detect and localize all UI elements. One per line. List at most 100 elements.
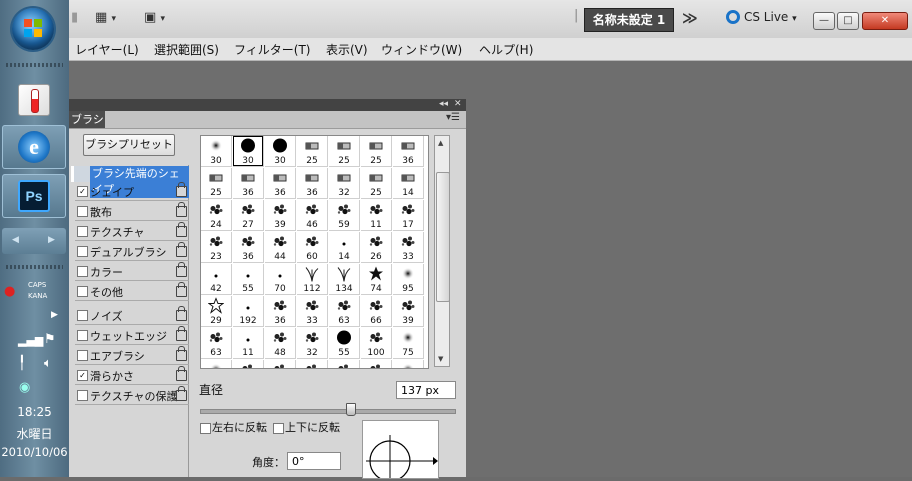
brush-option-checkbox[interactable] [77,350,88,361]
brush-tip-cell[interactable]: 36 [265,168,296,199]
brush-tip-cell[interactable]: 30 [265,136,296,167]
brush-tip-cell[interactable]: 24 [201,200,232,231]
brush-tip-cell[interactable]: 25 [297,136,328,167]
brush-tip-cell[interactable] [201,360,232,369]
brush-tip-cell[interactable]: 95 [393,264,424,295]
taskbar-app-internet-explorer[interactable]: e [2,125,66,169]
lock-icon[interactable] [176,186,187,197]
brush-tip-cell[interactable]: 25 [201,168,232,199]
brush-tip-cell[interactable]: 36 [265,296,296,327]
brush-tip-cell[interactable]: 32 [297,328,328,359]
flip-y-checkbox[interactable] [273,423,284,434]
brush-tip-cell[interactable]: 55 [233,264,264,295]
brush-tip-cell[interactable]: 42 [201,264,232,295]
lock-icon[interactable] [176,310,187,321]
menu-filter[interactable]: フィルター(T) [234,41,310,58]
brush-tip-cell[interactable]: 48 [265,328,296,359]
brush-option-checkbox[interactable] [77,226,88,237]
brush-tip-cell[interactable]: 36 [233,168,264,199]
brush-tip-cell[interactable]: 26 [361,232,392,263]
brush-option-row[interactable]: テクスチャの保護 [75,387,189,405]
signal-icon[interactable]: ▂▄▆ [18,334,43,347]
scrollbar-thumb[interactable] [436,172,450,302]
lock-icon[interactable] [176,286,187,297]
brush-tip-cell[interactable]: 134 [329,264,360,295]
brush-option-checkbox[interactable] [77,266,88,277]
panel-title-bar[interactable]: ◂◂ ✕ [69,99,466,111]
menu-help[interactable]: ヘルプ(H) [479,41,533,58]
menu-layer[interactable]: レイヤー(L) [75,41,139,58]
brush-tip-cell[interactable]: 60 [297,232,328,263]
brush-option-row[interactable]: ウェットエッジ [75,327,189,345]
taskbar-app-hardware-monitor[interactable] [2,78,66,122]
brush-option-checkbox[interactable] [77,330,88,341]
brush-tip-cell[interactable]: 36 [393,136,424,167]
lock-icon[interactable] [176,370,187,381]
brush-option-row[interactable]: テクスチャ [75,223,189,241]
brush-option-checkbox[interactable]: ✓ [77,370,88,381]
brush-tip-cell[interactable]: 14 [393,168,424,199]
brush-tip-cell[interactable]: 30 [201,136,232,167]
brush-tip-cell[interactable]: 46 [297,200,328,231]
minimize-button[interactable]: — [813,12,835,30]
brush-tip-cell[interactable]: 39 [265,200,296,231]
menu-select[interactable]: 選択範囲(S) [154,41,219,58]
brush-tip-cell[interactable]: 36 [233,232,264,263]
menu-window[interactable]: ウィンドウ(W) [381,41,462,58]
brush-tip-cell[interactable]: 25 [361,136,392,167]
scroll-down-icon[interactable]: ▼ [438,355,443,363]
screen-mode-button[interactable]: ▣ ▾ [144,10,165,25]
brush-tip-cell[interactable]: 44 [265,232,296,263]
brush-option-checkbox[interactable]: ✓ [77,186,88,197]
brush-tip-cell[interactable]: 36 [297,168,328,199]
brush-option-checkbox[interactable] [77,390,88,401]
brush-option-row[interactable]: ノイズ [75,307,189,325]
brush-option-row[interactable]: ✓シェイプ [75,183,189,201]
brush-option-row[interactable]: ✓滑らかさ [75,367,189,385]
taskbar-app-photoshop[interactable]: Ps [2,174,66,218]
brush-tip-cell[interactable]: 100 [361,328,392,359]
brush-option-row[interactable]: その他 [75,283,189,301]
angle-field[interactable]: 0° [287,452,341,470]
arrange-documents-button[interactable]: ▦ ▾ [95,10,116,25]
brush-option-checkbox[interactable] [77,246,88,257]
brush-tip-cell[interactable] [297,360,328,369]
document-tab[interactable]: 名称未設定 1 [584,8,674,32]
brush-tip-grid[interactable]: 3030302525253625363636322514242739465911… [200,135,429,369]
close-button[interactable]: ✕ [862,12,908,30]
brush-option-checkbox[interactable] [77,310,88,321]
brush-option-checkbox[interactable] [77,286,88,297]
brush-tip-cell[interactable]: 14 [329,232,360,263]
tray-grip[interactable] [6,265,63,269]
show-hidden-icons-icon[interactable]: ▶ [51,310,58,320]
brush-option-row[interactable]: エアブラシ [75,347,189,365]
brush-tip-cell[interactable]: 59 [329,200,360,231]
brush-preset-button[interactable]: ブラシプリセット [83,134,175,156]
brush-tip-cell[interactable]: 17 [393,200,424,231]
close-panel-button[interactable]: ✕ [454,99,462,109]
brush-tip-cell[interactable]: 70 [265,264,296,295]
brush-tip-cell[interactable]: 74 [361,264,392,295]
menu-view[interactable]: 表示(V) [326,41,368,58]
flip-x-checkbox[interactable] [200,423,211,434]
brush-option-row[interactable]: デュアルブラシ [75,243,189,261]
lock-icon[interactable] [176,266,187,277]
brush-tip-cell[interactable]: 33 [297,296,328,327]
brush-grid-scrollbar[interactable]: ▲ ▼ [434,135,450,367]
lock-icon[interactable] [176,246,187,257]
lock-icon[interactable] [176,206,187,217]
collapse-panel-button[interactable]: ◂◂ [439,99,448,109]
clock-date[interactable]: 2010/10/06 [0,445,69,459]
brush-option-checkbox[interactable] [77,206,88,217]
brush-option-row[interactable]: 散布 [75,203,189,221]
brush-tip-cell[interactable]: 30 [233,136,264,167]
brush-tip-cell[interactable]: 27 [233,200,264,231]
lock-icon[interactable] [176,390,187,401]
brush-tip-cell[interactable]: 11 [233,328,264,359]
taskbar-grip[interactable] [6,63,63,67]
brush-tip-cell[interactable]: 11 [361,200,392,231]
diameter-slider-track[interactable] [200,409,456,414]
scroll-up-icon[interactable]: ▲ [438,139,443,147]
brush-tip-cell[interactable]: 32 [329,168,360,199]
brush-tip-cell[interactable]: 63 [201,328,232,359]
